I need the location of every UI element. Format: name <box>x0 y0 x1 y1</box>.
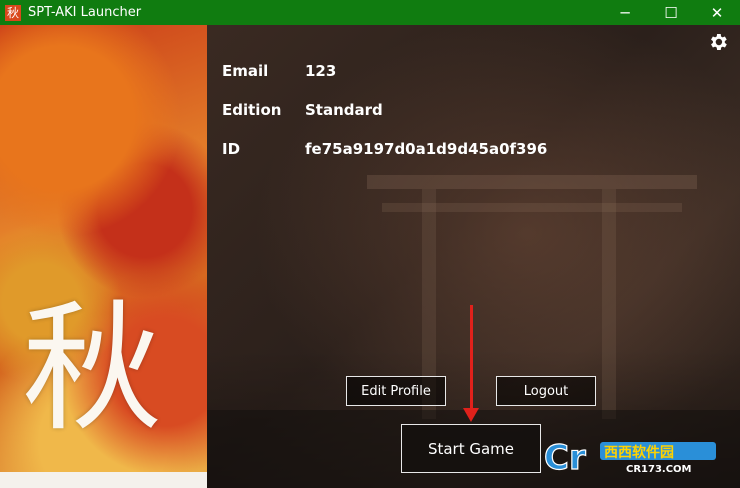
torii-background <box>367 175 697 189</box>
annotation-arrow-head <box>463 408 479 422</box>
settings-gear-icon[interactable] <box>707 31 729 53</box>
start-game-button[interactable]: Start Game <box>401 424 541 473</box>
watermark-logo: Cr 西西软件园 CR173.COM <box>543 437 716 476</box>
watermark-url: CR173.COM <box>626 464 692 475</box>
watermark-brand: 西西软件园 <box>604 444 674 461</box>
edit-profile-button[interactable]: Edit Profile <box>346 376 446 406</box>
torii-post-right <box>602 189 616 419</box>
minimize-button[interactable]: ─ <box>602 0 648 25</box>
email-value: 123 <box>305 62 337 80</box>
title-bar: 秋 SPT-AKI Launcher ─ ☐ ✕ <box>0 0 740 25</box>
window-controls: ─ ☐ ✕ <box>602 0 740 25</box>
edition-label: Edition <box>222 101 282 119</box>
autumn-kanji: 秋 <box>22 288 163 451</box>
email-label: Email <box>222 62 269 80</box>
logout-button[interactable]: Logout <box>496 376 596 406</box>
annotation-arrow <box>470 305 473 412</box>
autumn-artwork: 秋 <box>0 25 207 488</box>
maximize-button[interactable]: ☐ <box>648 0 694 25</box>
edition-value: Standard <box>305 101 383 119</box>
window-title: SPT-AKI Launcher <box>28 5 142 20</box>
main-panel: Email 123 Edition Standard ID fe75a9197d… <box>207 25 740 488</box>
close-button[interactable]: ✕ <box>694 0 740 25</box>
svg-text:Cr: Cr <box>544 438 586 476</box>
id-value: fe75a9197d0a1d9d45a0f396 <box>305 140 548 158</box>
app-logo-icon: 秋 <box>5 4 21 21</box>
id-label: ID <box>222 140 241 158</box>
